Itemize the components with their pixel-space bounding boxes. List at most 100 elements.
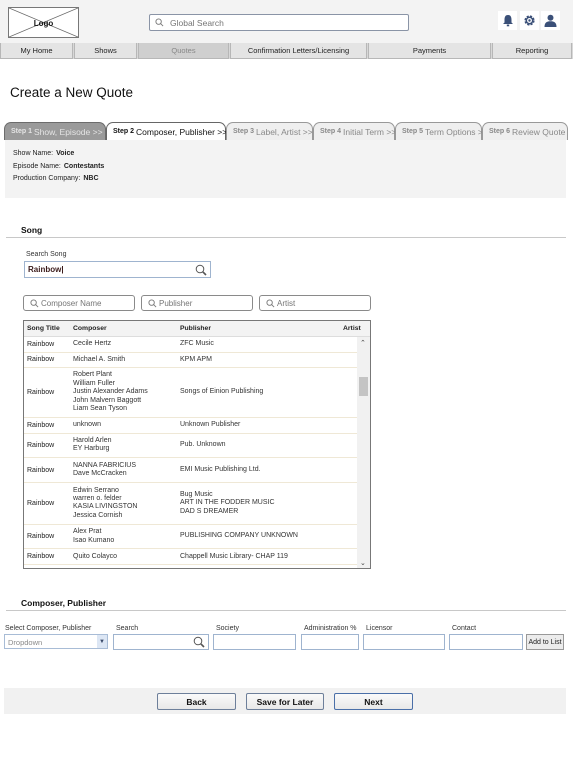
composer-filter-input[interactable]	[41, 296, 131, 310]
step-tab-6[interactable]: Step 6 Review Quote	[482, 122, 568, 140]
user-icon	[544, 14, 557, 27]
administration-input[interactable]	[302, 635, 358, 649]
show-name-label: Show Name:	[13, 150, 54, 157]
nav-tab-shows[interactable]: Shows	[74, 43, 137, 59]
table-row[interactable]: Rainbow Edwin Serrano warren o. felder KASI…	[24, 483, 357, 525]
table-row[interactable]: Rainbow NANNA FABRICIUS Dave McCracken EMI …	[24, 458, 357, 484]
cell-publisher: Songs of Einion Publishing	[180, 388, 263, 396]
cell-composer: NANNA FABRICIUS Dave McCracken	[73, 462, 136, 479]
search-song-input[interactable]	[25, 262, 190, 277]
society-field[interactable]	[213, 634, 296, 650]
administration-field[interactable]	[301, 634, 359, 650]
table-row[interactable]: Rainbow Cecile Hertz ZFC Music	[24, 337, 357, 353]
contact-field[interactable]	[449, 634, 523, 650]
nav-tab-confirmation-letters[interactable]: Confirmation Letters/Licensing	[230, 43, 367, 59]
episode-name-value: Contestants	[63, 163, 105, 170]
show-name-value: Voice	[56, 150, 75, 157]
song-results-table: Song Title Composer Publisher Artist Rai…	[23, 320, 371, 569]
episode-name-label: Episode Name:	[13, 163, 61, 170]
cell-song-title: Rainbow	[27, 499, 55, 507]
scrollbar-thumb[interactable]	[359, 377, 368, 396]
cell-line: Isao Kumano	[73, 536, 115, 544]
composer-filter[interactable]	[23, 295, 135, 311]
table-row[interactable]: Rainbow Robert Plant William Fuller Justin …	[24, 368, 357, 418]
cell-line: Dave McCracken	[73, 470, 127, 478]
cell-line: Jessica Cornish	[73, 511, 123, 519]
scroll-up-icon[interactable]: ⌃	[360, 339, 366, 347]
composer-search-input[interactable]	[114, 635, 194, 649]
search-icon[interactable]	[195, 264, 207, 276]
step-tab-5[interactable]: Step 5 Term Options >>	[395, 122, 488, 140]
notifications-button[interactable]	[498, 11, 517, 30]
step-label: Label, Artist >>	[256, 126, 313, 137]
search-icon	[266, 299, 275, 308]
nav-tab-payments[interactable]: Payments	[368, 43, 491, 59]
step-label: Term Options >>	[425, 126, 488, 137]
cell-song-title: Rainbow	[27, 389, 55, 396]
cell-line: William Fuller	[73, 379, 115, 387]
step-number: Step 1	[11, 128, 33, 135]
step-tab-3[interactable]: Step 3 Label, Artist >>	[226, 122, 313, 140]
step-number: Step 4	[320, 128, 342, 135]
dropdown-value: Dropdown	[8, 638, 43, 647]
step-tab-2[interactable]: Step 2 Composer, Publisher >>	[106, 122, 227, 140]
divider	[6, 610, 566, 611]
next-button[interactable]: Next	[334, 693, 413, 710]
cell-composer: unknown	[73, 421, 101, 429]
step-number: Step 3	[233, 128, 255, 135]
search-icon[interactable]	[193, 636, 205, 648]
cell-line: Harold Arlen	[73, 436, 112, 444]
column-header-artist[interactable]: Artist	[343, 325, 361, 332]
cell-line: Justin Alexander Adams	[73, 388, 148, 396]
artist-filter[interactable]	[259, 295, 371, 311]
chevron-down-icon[interactable]: ▼	[97, 635, 107, 648]
column-header-composer[interactable]: Composer	[73, 325, 107, 332]
artist-filter-input[interactable]	[277, 296, 367, 310]
cell-line: PUBLISHING COMPANY UNKNOWN	[180, 532, 298, 540]
nav-tab-my-home[interactable]: My Home	[0, 43, 73, 59]
global-search[interactable]	[149, 14, 409, 31]
step-tab-4[interactable]: Step 4 Initial Term >>	[313, 122, 396, 140]
save-for-later-button[interactable]: Save for Later	[246, 693, 324, 710]
cell-composer: Harold Arlen EY Harburg	[73, 437, 112, 454]
column-header-publisher[interactable]: Publisher	[180, 325, 211, 332]
settings-button[interactable]	[520, 11, 539, 30]
step-number: Step 5	[402, 128, 424, 135]
contact-input[interactable]	[450, 635, 522, 649]
licensor-field[interactable]	[363, 634, 445, 650]
add-to-list-button[interactable]: Add to List	[526, 634, 564, 650]
table-row[interactable]: Rainbow Quito Colayco Chappell Music Libra…	[24, 549, 357, 565]
table-row[interactable]: Rainbow Harold Arlen EY Harburg Pub. Unknow…	[24, 434, 357, 459]
table-row[interactable]: Rainbow unknown Unknown Publisher	[24, 418, 357, 434]
scroll-down-icon[interactable]: ⌄	[360, 559, 366, 567]
composer-search-field[interactable]	[113, 634, 209, 650]
global-search-input[interactable]	[170, 15, 400, 30]
search-icon	[148, 299, 157, 308]
show-info-panel: Show Name: Voice Episode Name: Contestants…	[5, 140, 566, 198]
cell-line: Cecile Hertz	[73, 340, 112, 348]
cell-line: John Malvern Baggott	[73, 396, 142, 404]
cell-composer: Michael A. Smith	[73, 356, 125, 364]
publisher-filter-input[interactable]	[159, 296, 249, 310]
search-song-label: Search Song	[26, 251, 67, 258]
publisher-filter[interactable]	[141, 295, 253, 311]
column-header-song-title[interactable]: Song Title	[27, 325, 60, 332]
table-row[interactable]: Rainbow Alex Prat Isao Kumano PUBLISHING CO…	[24, 525, 357, 550]
cell-composer: Edwin Serrano warren o. felder KASIA LIVIN…	[73, 487, 137, 521]
society-input[interactable]	[214, 635, 295, 649]
search-song-field[interactable]	[24, 261, 211, 278]
nav-tab-reporting[interactable]: Reporting	[492, 43, 572, 59]
step-tab-1[interactable]: Step 1 Show, Episode >>	[4, 122, 106, 140]
profile-button[interactable]	[541, 11, 560, 30]
episode-name-row: Episode Name: Contestants	[13, 163, 104, 170]
table-row[interactable]: Rainbow Michael A. Smith KPM APM	[24, 353, 357, 368]
back-button[interactable]: Back	[157, 693, 236, 710]
production-company-value: NBC	[83, 175, 99, 182]
licensor-input[interactable]	[364, 635, 444, 649]
nav-tab-quotes[interactable]: Quotes	[138, 43, 229, 59]
step-label: Show, Episode >>	[34, 126, 103, 137]
select-composer-dropdown[interactable]: Dropdown ▼	[4, 634, 108, 649]
table-header: Song Title Composer Publisher Artist	[24, 321, 370, 337]
table-scrollbar[interactable]: ⌃ ⌄	[357, 337, 370, 568]
logo[interactable]: Logo	[8, 7, 79, 38]
